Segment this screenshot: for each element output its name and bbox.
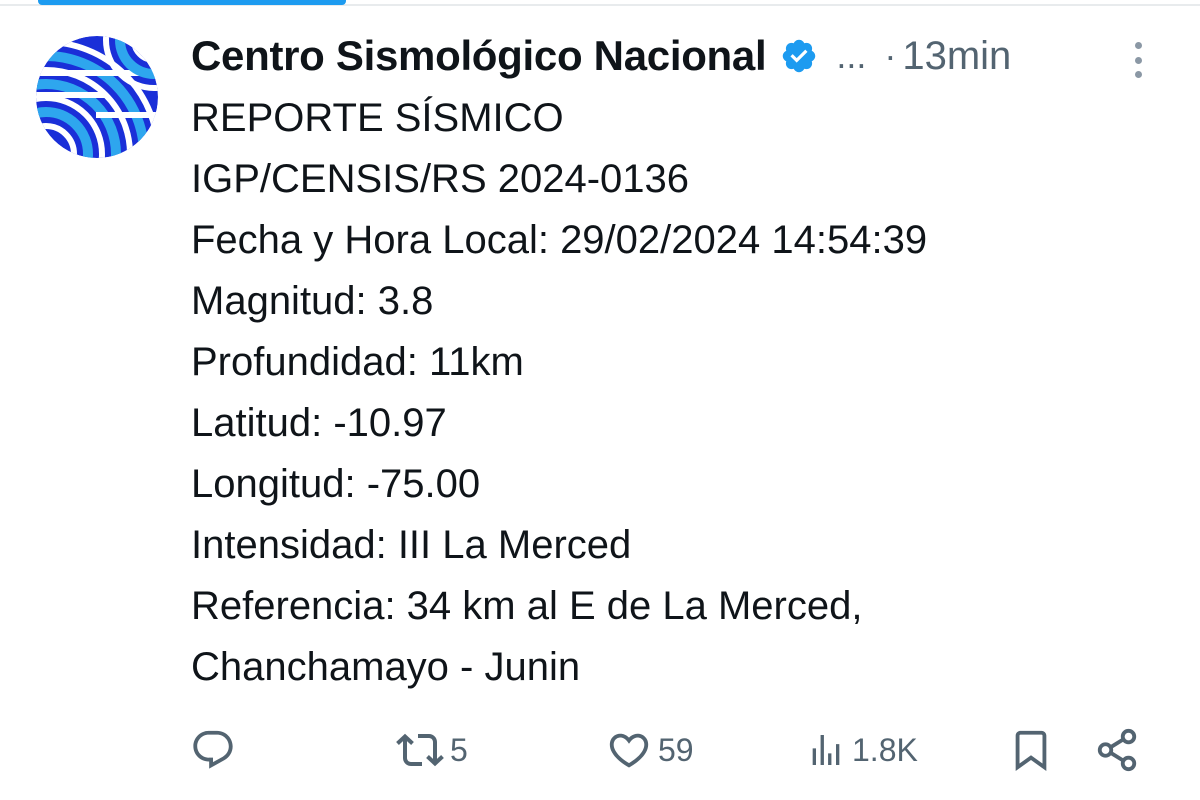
avatar[interactable]: [36, 36, 158, 158]
views-button[interactable]: 1.8K: [806, 722, 918, 778]
reply-button[interactable]: [190, 722, 242, 778]
author-display-name[interactable]: Centro Sismológico Nacional: [191, 32, 767, 80]
tweet-header: Centro Sismológico Nacional ... · 13min: [191, 28, 1160, 84]
seismic-waves-logo-icon: [36, 36, 158, 158]
tweet-page: Centro Sismológico Nacional ... · 13min …: [0, 0, 1200, 800]
report-title: REPORTE SÍSMICO: [191, 96, 564, 140]
heart-icon: [606, 727, 652, 773]
report-reference-cont: Chanchamayo - Junin: [191, 645, 581, 689]
more-options-icon[interactable]: [1124, 38, 1152, 82]
post-timestamp[interactable]: 13min: [902, 34, 1011, 79]
report-latitude: Latitud: -10.97: [191, 401, 447, 445]
share-icon: [1094, 727, 1140, 773]
tweet-actions: 5 59 1.8K: [190, 722, 1150, 778]
report-datetime: Fecha y Hora Local: 29/02/2024 14:54:39: [191, 218, 928, 262]
report-intensity: Intensidad: III La Merced: [191, 523, 632, 567]
tweet-body: REPORTE SÍSMICO IGP/CENSIS/RS 2024-0136 …: [191, 88, 1151, 698]
report-magnitude: Magnitud: 3.8: [191, 279, 434, 323]
share-button[interactable]: [1094, 722, 1140, 778]
tab-indicator: [38, 0, 346, 5]
repost-button[interactable]: 5: [396, 722, 468, 778]
bookmark-icon: [1008, 727, 1054, 773]
author-handle[interactable]: ...: [836, 35, 866, 77]
reply-icon: [190, 727, 236, 773]
like-button[interactable]: 59: [606, 722, 694, 778]
repost-count: 5: [450, 731, 468, 768]
header-separator: ·: [884, 35, 897, 76]
bookmark-button[interactable]: [1008, 722, 1054, 778]
verified-badge-icon[interactable]: [780, 37, 818, 75]
like-count: 59: [658, 731, 694, 768]
report-reference: Referencia: 34 km al E de La Merced,: [191, 584, 863, 628]
report-id: IGP/CENSIS/RS 2024-0136: [191, 157, 690, 201]
views-count: 1.8K: [852, 731, 918, 768]
report-longitude: Longitud: -75.00: [191, 462, 481, 506]
repost-icon: [396, 726, 444, 774]
views-icon: [806, 730, 846, 770]
report-depth: Profundidad: 11km: [191, 340, 524, 384]
